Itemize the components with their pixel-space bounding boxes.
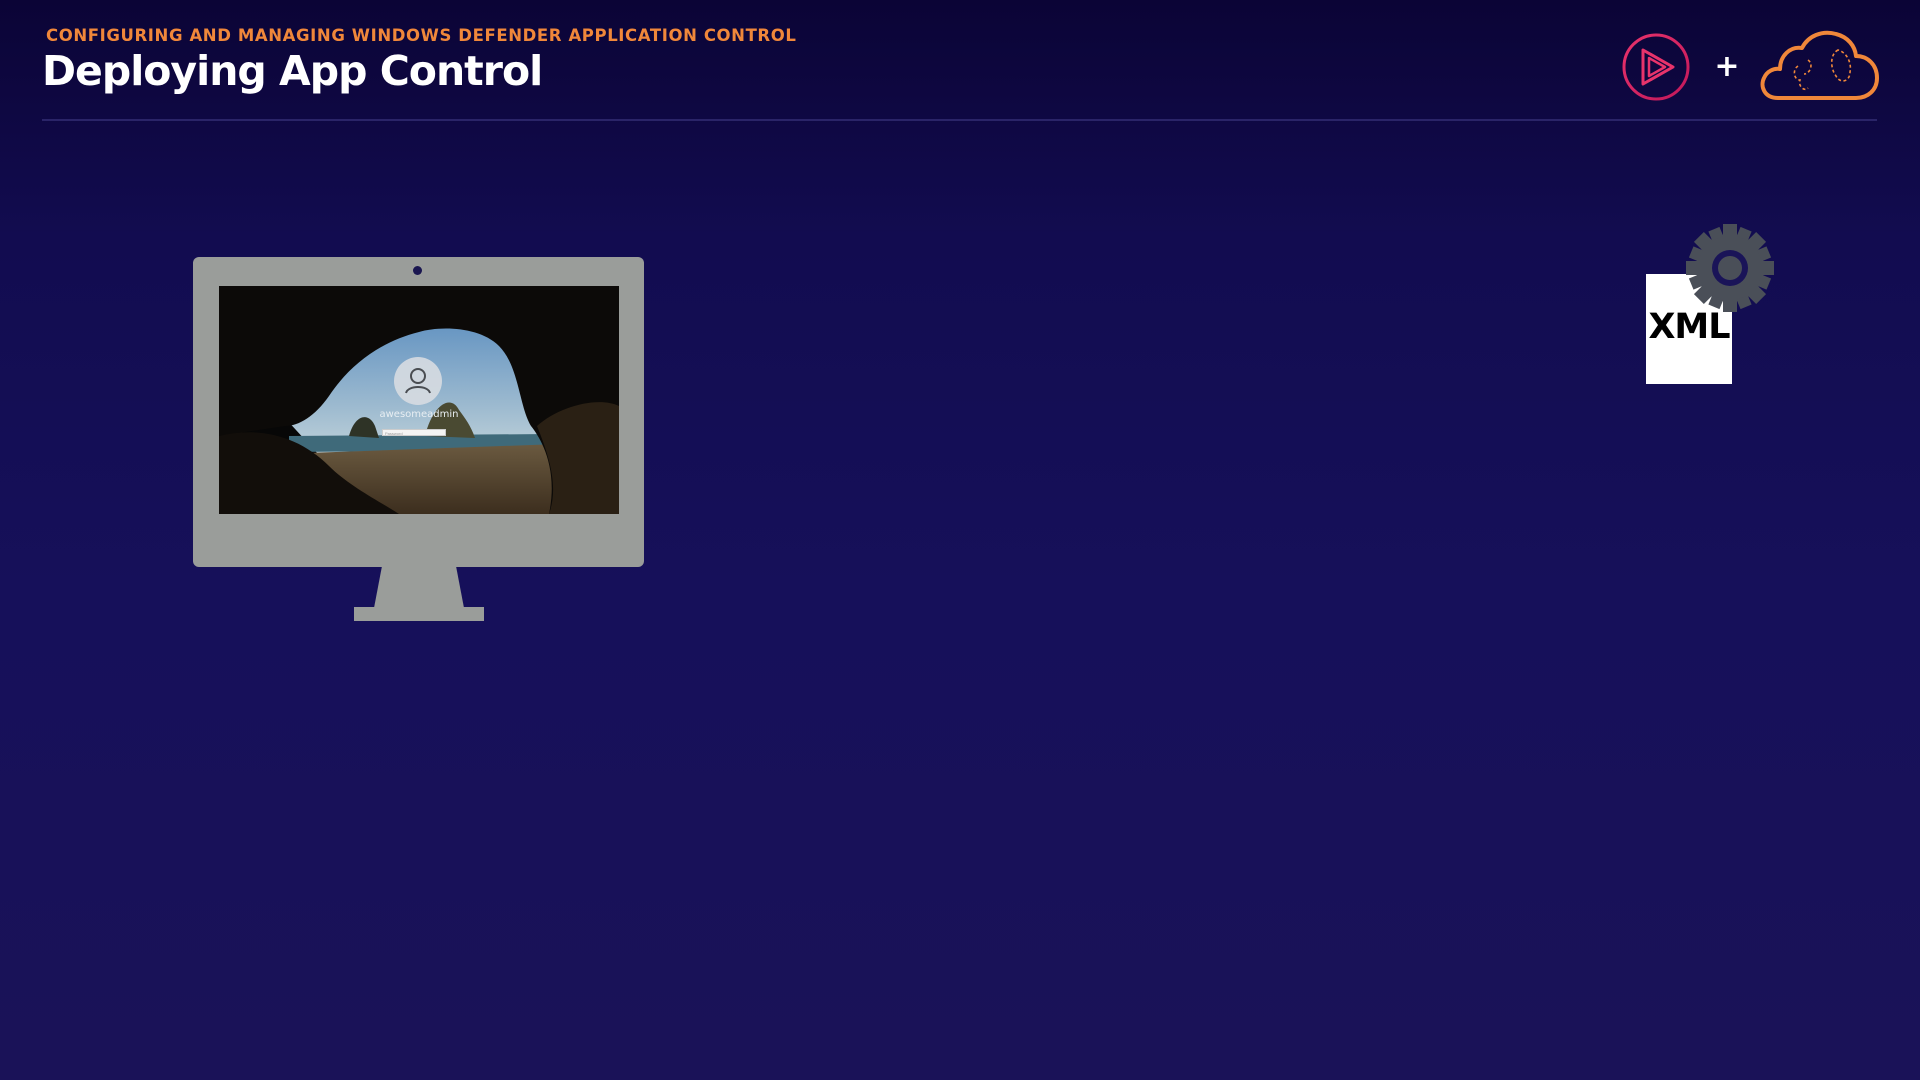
gear-icon bbox=[1686, 224, 1774, 312]
cloud-brain-icon bbox=[1760, 30, 1879, 100]
plus-sign: + bbox=[1714, 49, 1740, 84]
monitor: awesomeadmin Password bbox=[193, 257, 644, 567]
header-divider bbox=[42, 119, 1877, 121]
login-avatar bbox=[394, 357, 442, 405]
monitor-camera bbox=[413, 266, 422, 275]
pluralsight-play-icon bbox=[1622, 33, 1690, 101]
user-icon bbox=[405, 368, 431, 394]
login-username: awesomeadmin bbox=[379, 409, 459, 420]
page-title: Deploying App Control bbox=[42, 47, 543, 95]
login-screen: awesomeadmin Password bbox=[219, 286, 619, 514]
monitor-stand bbox=[374, 566, 464, 608]
password-field[interactable]: Password bbox=[382, 429, 446, 436]
header-kicker: CONFIGURING AND MANAGING WINDOWS DEFENDE… bbox=[46, 26, 797, 45]
monitor-base bbox=[354, 607, 484, 621]
